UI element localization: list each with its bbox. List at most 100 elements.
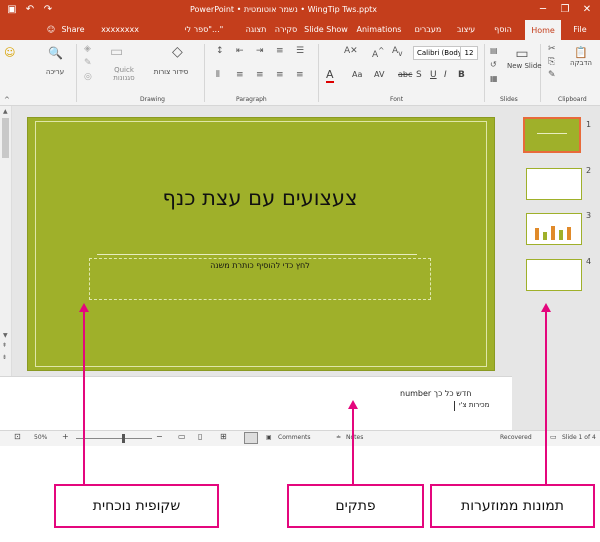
- divider: [204, 44, 205, 102]
- thumbnail-slide-4[interactable]: [526, 259, 582, 291]
- tab-slideshow[interactable]: Slide Show: [302, 20, 350, 40]
- close-button[interactable]: ✕: [576, 0, 598, 20]
- quick-styles-label: Quick: [114, 66, 134, 74]
- share-button[interactable]: Share: [58, 20, 88, 40]
- previous-slide-icon[interactable]: ⇞: [2, 342, 7, 349]
- tab-review[interactable]: סקירה: [272, 20, 300, 40]
- shadow-icon[interactable]: S: [416, 70, 422, 80]
- clear-format-icon[interactable]: A✕: [344, 46, 358, 56]
- slideshow-view-icon[interactable]: ▭: [178, 432, 186, 441]
- thumbnail-slide-1[interactable]: [525, 119, 579, 151]
- thumbnail-slide-3[interactable]: [526, 213, 582, 245]
- tab-design[interactable]: עיצוב: [448, 20, 484, 40]
- bullets-icon[interactable]: ☰: [296, 46, 304, 56]
- scroll-down-icon[interactable]: ▼: [3, 332, 8, 339]
- divider: [318, 44, 319, 102]
- normal-view-icon[interactable]: [244, 432, 258, 444]
- change-case-icon[interactable]: Aa: [352, 70, 362, 79]
- smiley-icon[interactable]: ☺: [4, 46, 15, 59]
- shape-fill-icon[interactable]: ◈: [84, 44, 91, 54]
- window-title: PowerPoint • נשמר אוטומטית • WingTip Tws…: [190, 5, 378, 14]
- editing-button[interactable]: עריכה: [36, 68, 74, 76]
- thumbnail-number: 4: [586, 257, 592, 266]
- reading-view-icon[interactable]: ▯: [198, 432, 202, 441]
- format-painter-icon[interactable]: ✎: [548, 70, 556, 80]
- notes-text-1: חדש כל כך: [433, 389, 472, 398]
- thumb-line: [537, 133, 567, 134]
- zoom-level[interactable]: 50%: [34, 434, 47, 441]
- tab-animations[interactable]: Animations: [352, 20, 406, 40]
- zoom-slider-track[interactable]: [76, 438, 152, 439]
- zoom-slider-thumb[interactable]: [122, 434, 125, 443]
- columns-icon[interactable]: ⫴: [216, 70, 220, 80]
- thumb-bar: [559, 230, 563, 240]
- fit-slide-icon[interactable]: ⊡: [14, 432, 21, 441]
- decrease-font-icon[interactable]: Av: [392, 46, 403, 58]
- tab-view[interactable]: תצוגה: [242, 20, 270, 40]
- outdent-icon[interactable]: ⇤: [236, 46, 244, 56]
- shapes-icon[interactable]: ◇: [172, 44, 183, 60]
- section-icon[interactable]: ▦: [490, 74, 498, 83]
- arrange-button[interactable]: סידור צורות: [150, 68, 192, 76]
- slide-border: [35, 121, 487, 367]
- scroll-up-icon[interactable]: ▲: [3, 108, 8, 115]
- cut-icon[interactable]: ✂: [548, 44, 556, 54]
- tab-home[interactable]: Home: [525, 20, 561, 40]
- scroll-thumb[interactable]: [2, 118, 9, 158]
- next-slide-icon[interactable]: ⇟: [2, 354, 7, 361]
- paste-button[interactable]: 📋 הדבקה: [566, 46, 596, 67]
- new-slide-button[interactable]: ▭ New Slide: [507, 46, 542, 70]
- italic-icon[interactable]: I: [444, 70, 447, 80]
- justify-icon[interactable]: ≡: [236, 70, 244, 80]
- save-icon[interactable]: ▣: [4, 2, 20, 18]
- tab-file[interactable]: File: [565, 20, 595, 40]
- center-icon[interactable]: ≡: [276, 70, 284, 80]
- notes-button[interactable]: Notes: [346, 434, 363, 441]
- spelling-icon[interactable]: ▭: [550, 433, 557, 441]
- increase-font-icon[interactable]: A^: [372, 46, 384, 60]
- sorter-view-icon[interactable]: ⊞: [220, 432, 227, 441]
- align-left-icon[interactable]: ≡: [256, 70, 264, 80]
- line-spacing-icon[interactable]: ↕: [216, 46, 224, 56]
- font-color-icon[interactable]: A: [326, 68, 334, 83]
- slide-title[interactable]: צעצועים עם עצת כנף: [60, 186, 460, 210]
- paste-label: הדבקה: [570, 59, 592, 67]
- spacing-icon[interactable]: AV: [374, 70, 384, 79]
- thumbnail-number: 3: [586, 211, 592, 220]
- thumbnail-number: 2: [586, 166, 592, 175]
- status-bar: Slide 1 of 4 ▭ Recovered Notes ≐ Comment…: [0, 430, 600, 446]
- zoom-out-icon[interactable]: −: [156, 432, 163, 441]
- vertical-scrollbar[interactable]: ▲ ▼ ⇞ ⇟: [0, 106, 12, 376]
- tab-insert[interactable]: הוסף: [486, 20, 520, 40]
- underline-icon[interactable]: U: [430, 70, 437, 80]
- font-size-box[interactable]: 12: [460, 46, 478, 60]
- indent-icon[interactable]: ⇥: [256, 46, 264, 56]
- copy-icon[interactable]: ⎘: [548, 57, 555, 67]
- callout-thumbnails: תמונות ממוזערות: [430, 484, 595, 528]
- reset-icon[interactable]: ↺: [490, 60, 497, 69]
- tell-me-box[interactable]: ספר לי"...": [176, 20, 232, 40]
- layout-icon[interactable]: ▤: [490, 46, 498, 55]
- quick-styles-button[interactable]: Quick סגנונות: [104, 66, 144, 82]
- undo-icon[interactable]: ↶: [22, 2, 38, 18]
- shape-effects-icon[interactable]: ◎: [84, 72, 92, 82]
- notes-line-2: מכירות צ'י: [454, 401, 489, 411]
- notes-number: number: [400, 389, 432, 398]
- find-icon[interactable]: 🔍: [48, 46, 63, 60]
- callout-line-thumbnails: [545, 312, 547, 486]
- zoom-in-icon[interactable]: +: [62, 432, 69, 441]
- numbering-icon[interactable]: ≡: [276, 46, 284, 56]
- group-label-drawing: Drawing: [140, 96, 165, 103]
- redo-icon[interactable]: ↷: [40, 2, 56, 18]
- restore-button[interactable]: ❐: [554, 0, 576, 20]
- collapse-ribbon-icon[interactable]: ^: [4, 96, 10, 104]
- shape-outline-icon[interactable]: ✎: [84, 58, 92, 68]
- tab-transitions[interactable]: מעברים: [408, 20, 448, 40]
- align-right-icon[interactable]: ≡: [296, 70, 304, 80]
- thumbnail-slide-2[interactable]: [526, 168, 582, 200]
- comments-button[interactable]: Comments: [278, 434, 311, 441]
- notes-pane[interactable]: [0, 376, 512, 430]
- bold-icon[interactable]: B: [458, 70, 465, 80]
- minimize-button[interactable]: ─: [532, 0, 554, 20]
- strikethrough-icon[interactable]: abc: [398, 70, 412, 79]
